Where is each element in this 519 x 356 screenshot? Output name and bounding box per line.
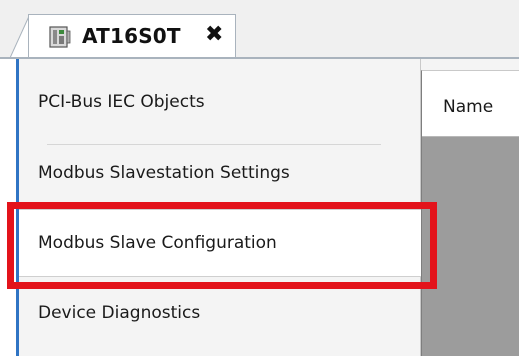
sidebar-item-pci-bus-iec-objects[interactable]: PCI-Bus IEC Objects	[19, 59, 421, 145]
content-pane: Name	[421, 70, 519, 356]
sidebar-item-label: PCI-Bus IEC Objects	[38, 92, 205, 112]
tab-strip: AT16S0T ✖	[0, 0, 519, 59]
close-icon[interactable]: ✖	[205, 23, 223, 47]
tab-device[interactable]: AT16S0T ✖	[28, 14, 236, 58]
pane-gap	[421, 59, 519, 70]
editor-window: AT16S0T ✖ PCI-Bus IEC Objects Modbus Sla…	[0, 0, 519, 356]
column-header-name[interactable]: Name	[422, 71, 519, 137]
device-icon	[49, 26, 71, 48]
sidebar-item-label: Modbus Slavestation Settings	[38, 163, 290, 183]
tab-edge	[10, 14, 30, 58]
sidebar-item-label: Modbus Slave Configuration	[38, 233, 277, 253]
tab-title: AT16S0T	[82, 24, 181, 48]
sidebar-item-label: Device Diagnostics	[38, 303, 201, 323]
column-header-label: Name	[443, 97, 494, 117]
sidebar-item-modbus-slavestation-settings[interactable]: Modbus Slavestation Settings	[19, 145, 421, 205]
device-editor-nav: PCI-Bus IEC Objects Modbus Slavestation …	[16, 59, 421, 356]
sidebar-item-device-diagnostics[interactable]: Device Diagnostics	[19, 283, 421, 343]
sidebar-item-modbus-slave-configuration[interactable]: Modbus Slave Configuration	[19, 209, 421, 277]
